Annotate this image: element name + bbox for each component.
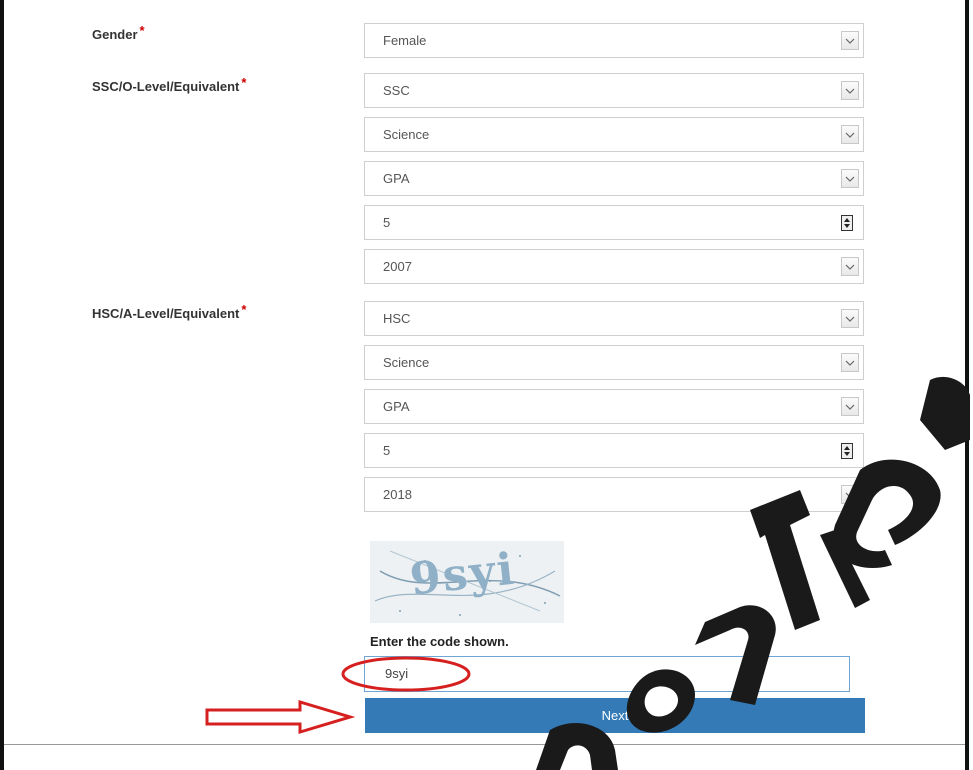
hsc-label: HSC/A-Level/Equivalent * bbox=[92, 302, 246, 321]
chevron-down-icon[interactable] bbox=[841, 125, 859, 144]
chevron-down-icon[interactable] bbox=[841, 81, 859, 100]
gender-select[interactable]: Female bbox=[364, 23, 864, 58]
required-marker: * bbox=[139, 23, 145, 38]
ssc-group-value: Science bbox=[383, 127, 430, 142]
hsc-exam-value: HSC bbox=[383, 311, 411, 326]
gender-label: Gender * bbox=[92, 23, 145, 42]
ssc-result-type-value: GPA bbox=[383, 171, 410, 186]
required-marker: * bbox=[241, 75, 247, 90]
right-arrow-annotation-icon bbox=[205, 700, 355, 734]
ssc-year-select[interactable]: 2007 bbox=[364, 249, 864, 284]
chevron-down-icon[interactable] bbox=[841, 257, 859, 276]
hsc-label-text: HSC/A-Level/Equivalent bbox=[92, 306, 240, 321]
hsc-group-value: Science bbox=[383, 355, 430, 370]
hsc-result-type-value: GPA bbox=[383, 399, 410, 414]
hsc-year-value: 2018 bbox=[383, 487, 412, 502]
spinner-icon[interactable] bbox=[841, 215, 853, 231]
gender-label-text: Gender bbox=[92, 27, 138, 42]
chevron-down-icon[interactable] bbox=[841, 31, 859, 50]
hsc-result-value: 5 bbox=[383, 443, 391, 458]
ssc-exam-select[interactable]: SSC bbox=[364, 73, 864, 108]
required-marker: * bbox=[241, 302, 247, 317]
gender-value: Female bbox=[383, 33, 427, 48]
ssc-result-type-select[interactable]: GPA bbox=[364, 161, 864, 196]
hsc-exam-select[interactable]: HSC bbox=[364, 301, 864, 336]
ssc-result-value: 5 bbox=[383, 215, 391, 230]
ssc-label-text: SSC/O-Level/Equivalent bbox=[92, 79, 240, 94]
ssc-result-input[interactable]: 5 bbox=[364, 205, 864, 240]
ssc-group-select[interactable]: Science bbox=[364, 117, 864, 152]
ssc-year-value: 2007 bbox=[383, 259, 412, 274]
watermark bbox=[536, 376, 970, 770]
chevron-down-icon[interactable] bbox=[841, 169, 859, 188]
chevron-down-icon[interactable] bbox=[841, 309, 859, 328]
ssc-label: SSC/O-Level/Equivalent * bbox=[92, 75, 246, 94]
ssc-exam-value: SSC bbox=[383, 83, 410, 98]
